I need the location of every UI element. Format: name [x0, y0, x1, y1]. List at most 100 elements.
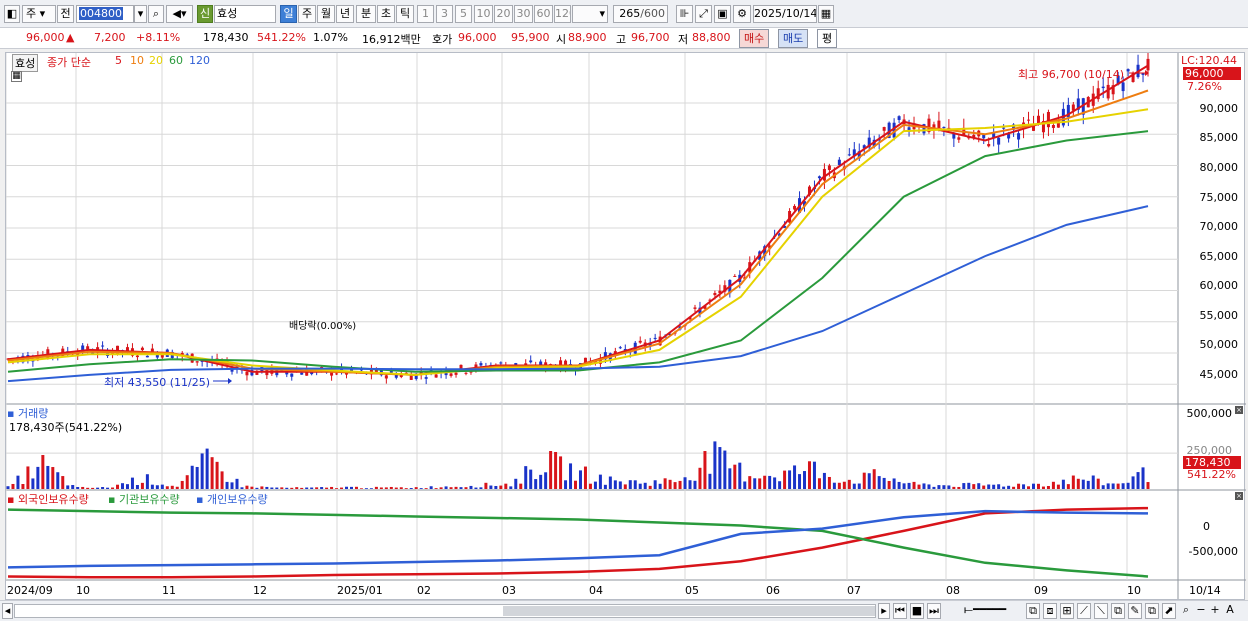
holding-institution-line — [7, 508, 1149, 578]
copy-icon[interactable]: ⧉ — [1145, 603, 1159, 619]
interval-dropdown-icon[interactable]: ▾ — [572, 5, 608, 23]
zoom-slider[interactable]: ⟝━━━━━ — [950, 603, 1020, 619]
close-icon[interactable]: × — [1235, 492, 1243, 500]
scroll-left-icon[interactable]: ◂ — [2, 603, 13, 619]
buy-button[interactable]: 매수 — [739, 29, 770, 48]
volume-bar — [210, 457, 214, 489]
volume-bar — [494, 485, 498, 489]
volume-bar — [564, 480, 568, 489]
calendar-icon[interactable]: ▦ — [818, 5, 834, 23]
volume-bar — [922, 483, 926, 489]
volume-bar — [165, 486, 169, 489]
volume-bar — [1046, 485, 1050, 489]
prev-button[interactable]: 전 — [57, 5, 74, 23]
fast-forward-icon[interactable]: ⏭ — [927, 603, 941, 619]
interval-3-button[interactable]: 3 — [436, 5, 453, 23]
candle-body — [300, 372, 304, 375]
table-icon[interactable]: ▦ — [11, 71, 22, 82]
interval-30-button[interactable]: 30 — [514, 5, 533, 23]
volume-bar — [887, 480, 891, 489]
interval-20-button[interactable]: 20 — [494, 5, 513, 23]
font-size-icon[interactable]: A — [1223, 603, 1237, 619]
interval-5-button[interactable]: 5 — [455, 5, 472, 23]
avg-button[interactable]: 평 — [817, 29, 838, 48]
code-dropdown-icon[interactable]: ▾ — [134, 5, 147, 23]
volume-bar — [713, 441, 717, 489]
rewind-icon[interactable]: ⏮ — [893, 603, 907, 619]
interval-10-button[interactable]: 10 — [474, 5, 493, 23]
volume-bar — [907, 482, 911, 489]
play-icon[interactable]: ▸ — [878, 603, 890, 619]
volume-bar — [688, 480, 692, 489]
candle-body — [882, 127, 886, 131]
scrollbar[interactable] — [14, 604, 876, 618]
zoom-out-icon[interactable]: − — [1195, 603, 1207, 619]
close-icon[interactable]: × — [1235, 406, 1243, 414]
volume-bar — [668, 479, 672, 489]
y-tick: 70,000 — [1199, 220, 1239, 233]
period-day-button[interactable]: 일 — [280, 5, 297, 23]
export-icon[interactable]: ⬈ — [1162, 603, 1176, 619]
sound-icon[interactable]: ◀▾ — [166, 5, 193, 23]
market-select[interactable]: 주 ▾ — [22, 5, 56, 23]
volume-bar — [1116, 483, 1120, 489]
search-icon[interactable]: ⌕ — [148, 5, 164, 23]
volume-bar — [917, 484, 921, 489]
interval-1-button[interactable]: 1 — [417, 5, 434, 23]
volume-bar — [1017, 483, 1021, 489]
zoom-search-icon[interactable]: ⌕ — [1179, 603, 1193, 619]
period-minute-button[interactable]: 분 — [356, 5, 376, 23]
volume-bar — [369, 488, 373, 489]
window-icon[interactable]: ◧ — [4, 5, 20, 23]
volume-bar — [837, 482, 841, 489]
volume-bar — [1096, 478, 1100, 489]
volume-bar — [111, 487, 115, 489]
layout-icon[interactable]: ⧉ — [1026, 603, 1040, 619]
chart-area[interactable]: 효성 종가 단순 5 10 20 60 120 ▦ LC:120.44 96,0… — [5, 52, 1246, 600]
candle-body — [957, 137, 961, 140]
gear-icon[interactable]: ⚙ — [733, 5, 751, 23]
stop-icon[interactable]: ■ — [910, 603, 924, 619]
candle-body — [335, 373, 339, 375]
date-field[interactable]: 2025/10/14 — [753, 5, 817, 23]
edit-icon[interactable]: ✎ — [1128, 603, 1142, 619]
period-tick-button[interactable]: 틱 — [396, 5, 414, 23]
candle-body — [1126, 69, 1130, 72]
trend-icon[interactable]: ⟍ — [1094, 603, 1108, 619]
candle-settings-icon[interactable]: ⊪ — [676, 5, 693, 23]
volume-bar — [588, 483, 592, 489]
ma-20-label: 20 — [149, 54, 163, 67]
volume-bar — [315, 487, 319, 489]
volume-bar — [529, 469, 533, 489]
indicator-icon[interactable]: ⟋ — [1077, 603, 1091, 619]
volume-bar — [414, 487, 418, 489]
volume-bar — [569, 463, 573, 489]
code-input[interactable]: 004800 — [76, 5, 134, 23]
holding-y-tick: 0 — [1203, 520, 1210, 533]
candle-body — [897, 116, 901, 120]
volume-bar — [758, 478, 762, 489]
save-icon[interactable]: ▣ — [714, 5, 731, 23]
compare-icon[interactable]: ⧈ — [1043, 603, 1057, 619]
sell-button[interactable]: 매도 — [778, 29, 809, 48]
scroll-thumb[interactable] — [503, 606, 875, 616]
interval-120-button[interactable]: 120 — [554, 5, 571, 23]
count-field[interactable]: 265/600 — [613, 5, 668, 23]
split-icon[interactable]: ⊞ — [1060, 603, 1074, 619]
volume-bar — [300, 487, 304, 489]
volume-bar — [424, 488, 428, 489]
volume-bar — [185, 475, 189, 489]
period-second-button[interactable]: 초 — [377, 5, 395, 23]
period-month-button[interactable]: 월 — [317, 5, 335, 23]
zoom-in-icon[interactable]: + — [1209, 603, 1221, 619]
period-week-button[interactable]: 주 — [298, 5, 316, 23]
volume-y-tick: 500,000 — [1186, 407, 1233, 420]
period-year-button[interactable]: 년 — [336, 5, 354, 23]
stock-name-field[interactable]: 효성 — [214, 5, 276, 23]
crosshair-icon[interactable]: ⤢ — [695, 5, 712, 23]
interval-60-button[interactable]: 60 — [534, 5, 553, 23]
volume-bar — [803, 471, 807, 489]
volume-bar — [559, 456, 563, 489]
volume-bar — [703, 451, 707, 489]
overlay-icon[interactable]: ⧉ — [1111, 603, 1125, 619]
